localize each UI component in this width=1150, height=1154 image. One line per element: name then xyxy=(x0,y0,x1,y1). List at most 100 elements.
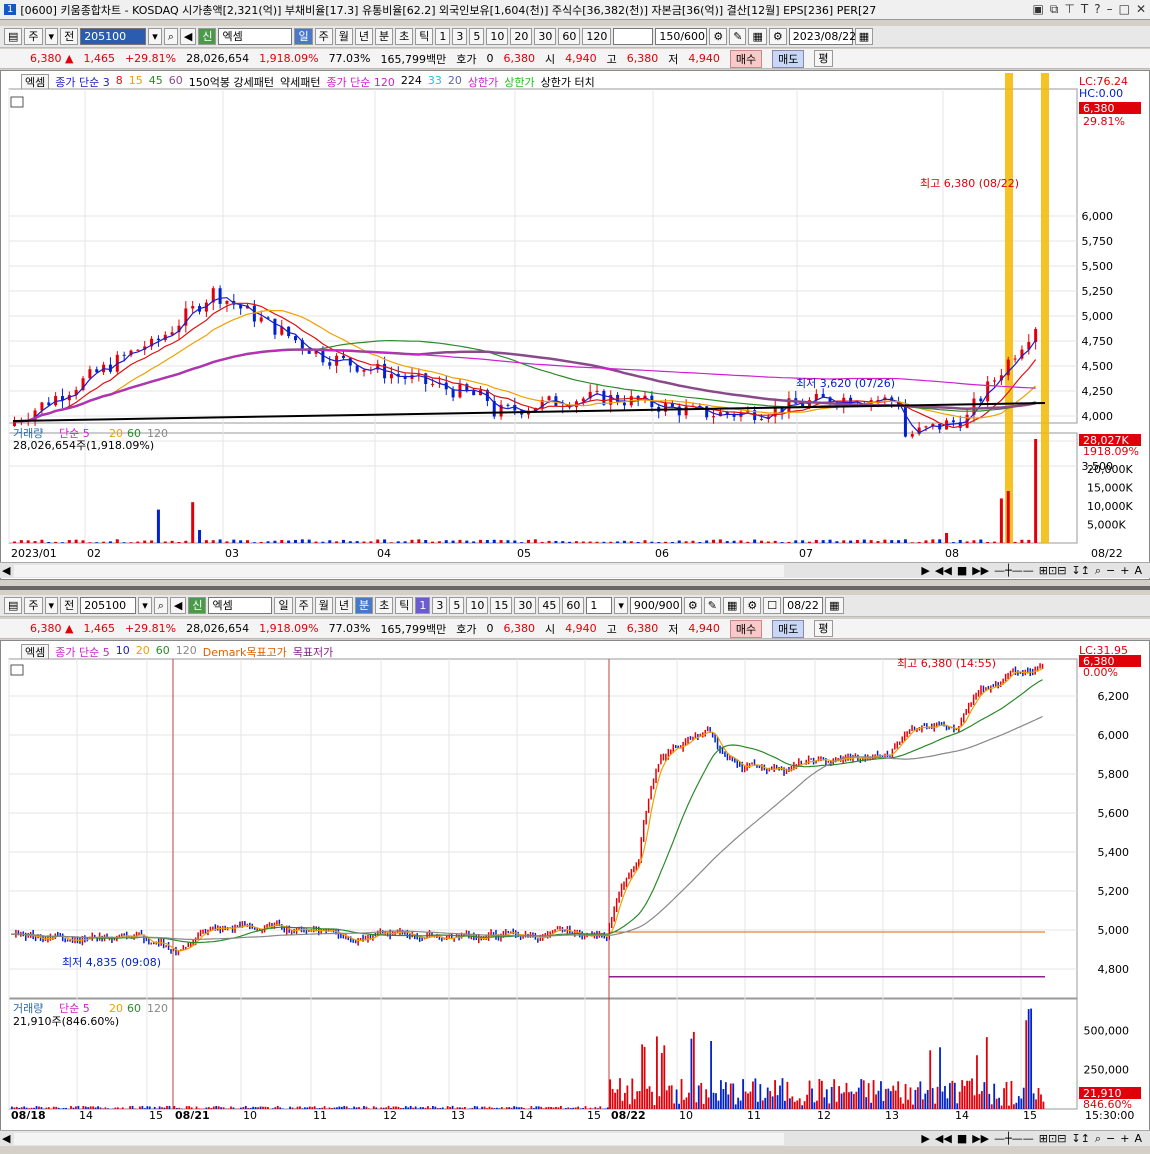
auto-icon[interactable]: A xyxy=(1134,1132,1142,1146)
period-week[interactable]: 주 xyxy=(294,597,313,614)
period-year[interactable]: 년 xyxy=(354,28,373,45)
scroll-left-icon[interactable]: ◀ xyxy=(2,1132,10,1145)
custom-period-input[interactable] xyxy=(613,28,654,45)
restore-icon[interactable]: ⧉ xyxy=(1050,2,1059,17)
num-30[interactable]: 30 xyxy=(534,28,557,45)
bottom-price-chart[interactable]: 6,200 6,000 5,800 5,600 5,400 5,200 5,000 4,800… xyxy=(1,641,1149,1119)
search-icon[interactable]: ⌕ xyxy=(153,597,168,614)
num-20[interactable]: 20 xyxy=(510,28,533,45)
calendar-icon[interactable]: ▦ xyxy=(854,28,874,45)
period-week[interactable]: 주 xyxy=(314,28,333,45)
flat-button[interactable]: 평 xyxy=(814,620,833,637)
indicator-icon[interactable]: ⚙ xyxy=(683,597,702,614)
period-minute[interactable]: 분 xyxy=(374,28,394,45)
num-3[interactable]: 3 xyxy=(452,28,468,45)
period-month[interactable]: 월 xyxy=(314,597,333,614)
date-input[interactable]: 08/22 xyxy=(783,597,824,614)
type-select[interactable]: 주 xyxy=(24,597,43,614)
zoom-icon[interactable]: ⌕ xyxy=(1095,1132,1101,1146)
period-month[interactable]: 월 xyxy=(334,28,353,45)
search-icon[interactable]: ⌕ xyxy=(163,28,178,45)
chevron-down-icon[interactable]: ▾ xyxy=(138,597,152,614)
buy-button[interactable]: 매수 xyxy=(729,619,763,638)
auto-icon[interactable]: A xyxy=(1134,564,1142,578)
unit-input[interactable]: 1 xyxy=(586,597,613,614)
top-price-chart[interactable]: 6,000 5,750 5,500 5,250 5,000 4,750 4,500 4,250… xyxy=(1,71,1149,561)
plus-icon[interactable]: + xyxy=(1120,564,1129,578)
prev-button[interactable]: 전 xyxy=(60,597,79,614)
indicator-icon[interactable]: ⚙ xyxy=(709,28,728,45)
zoom-slider[interactable]: —┼—— xyxy=(994,1132,1034,1146)
checkbox[interactable]: ☐ xyxy=(763,597,782,614)
period-day[interactable]: 일 xyxy=(274,597,293,614)
num-1[interactable]: 1 xyxy=(435,28,451,45)
num-10[interactable]: 10 xyxy=(486,28,509,45)
play-icon[interactable]: ▶ xyxy=(921,1132,929,1146)
speaker-icon[interactable]: ◀ xyxy=(169,597,187,614)
fib-icon[interactable]: ↧↥ xyxy=(1071,564,1089,578)
zoom-icon[interactable]: ⌕ xyxy=(1095,564,1101,578)
save-icon[interactable]: ▦ xyxy=(748,28,767,45)
code-input[interactable]: 205100 xyxy=(80,28,147,45)
minus-icon[interactable]: − xyxy=(1106,1132,1115,1146)
link-icon[interactable]: ▣ xyxy=(1033,2,1044,17)
pane-divider[interactable] xyxy=(0,586,1150,590)
period-tick[interactable]: 틱 xyxy=(415,28,434,45)
date-input[interactable]: 2023/08/22 xyxy=(788,28,856,45)
period-year[interactable]: 년 xyxy=(334,597,353,614)
help-icon[interactable]: ? xyxy=(1094,2,1100,17)
gear-icon[interactable]: ⚙ xyxy=(743,597,762,614)
tools-icon[interactable]: ⊞⊡⊟ xyxy=(1039,1132,1067,1146)
pin-icon[interactable]: ⊤ xyxy=(1064,2,1074,17)
bottom-scrollbar[interactable]: ◀ ▶ ◀◀ ■ ▶▶ —┼—— ⊞⊡⊟ ↧↥ ⌕ − + A xyxy=(0,1130,1150,1146)
period-second[interactable]: 초 xyxy=(375,597,394,614)
save-icon[interactable]: ▦ xyxy=(722,597,742,614)
sell-button[interactable]: 매도 xyxy=(772,619,805,638)
num-60[interactable]: 60 xyxy=(562,597,585,614)
forward-icon[interactable]: ▶▶ xyxy=(972,1132,989,1146)
chevron-down-icon[interactable]: ▾ xyxy=(148,28,162,45)
plus-icon[interactable]: + xyxy=(1120,1132,1129,1146)
zoom-slider[interactable]: —┼—— xyxy=(994,564,1034,578)
tools-icon[interactable]: ⊞⊡⊟ xyxy=(1039,564,1067,578)
num-5[interactable]: 5 xyxy=(449,597,465,614)
num-1[interactable]: 1 xyxy=(415,597,431,614)
text-icon[interactable]: T xyxy=(1081,2,1088,17)
play-icon[interactable]: ▶ xyxy=(921,564,929,578)
scroll-track[interactable] xyxy=(14,564,784,577)
num-3[interactable]: 3 xyxy=(432,597,448,614)
num-30[interactable]: 30 xyxy=(514,597,537,614)
calendar-icon[interactable]: ▦ xyxy=(825,597,844,614)
period-tick[interactable]: 틱 xyxy=(395,597,414,614)
speaker-icon[interactable]: ◀ xyxy=(179,28,197,45)
count-input[interactable]: 900/900 xyxy=(629,597,682,614)
period-day[interactable]: 일 xyxy=(294,28,313,45)
rewind-icon[interactable]: ◀◀ xyxy=(935,564,952,578)
scroll-track[interactable] xyxy=(14,1132,784,1145)
draw-icon[interactable]: ✎ xyxy=(729,28,747,45)
chevron-down-icon[interactable]: ▾ xyxy=(44,28,59,45)
maximize-icon[interactable]: □ xyxy=(1119,2,1130,17)
num-60[interactable]: 60 xyxy=(558,28,581,45)
rewind-icon[interactable]: ◀◀ xyxy=(935,1132,952,1146)
type-select[interactable]: 주 xyxy=(24,28,43,45)
code-input[interactable]: 205100 xyxy=(80,597,137,614)
layout-icon[interactable]: ▤ xyxy=(4,28,23,45)
minus-icon[interactable]: − xyxy=(1106,564,1115,578)
chevron-down-icon[interactable]: ▾ xyxy=(44,597,59,614)
gear-icon[interactable]: ⚙ xyxy=(768,28,787,45)
stop-icon[interactable]: ■ xyxy=(957,564,967,578)
top-scrollbar[interactable]: ◀ ▶ ◀◀ ■ ▶▶ —┼—— ⊞⊡⊟ ↧↥ ⌕ − + A xyxy=(0,562,1150,578)
period-second[interactable]: 초 xyxy=(395,28,414,45)
prev-button[interactable]: 전 xyxy=(60,28,79,45)
buy-button[interactable]: 매수 xyxy=(729,49,763,68)
chevron-down-icon[interactable]: ▾ xyxy=(614,597,628,614)
layout-icon[interactable]: ▤ xyxy=(4,597,23,614)
num-5[interactable]: 5 xyxy=(469,28,485,45)
num-45[interactable]: 45 xyxy=(538,597,561,614)
draw-icon[interactable]: ✎ xyxy=(703,597,721,614)
scroll-left-icon[interactable]: ◀ xyxy=(2,564,10,577)
minimize-icon[interactable]: – xyxy=(1107,2,1113,17)
close-icon[interactable]: ✕ xyxy=(1136,2,1146,17)
num-10[interactable]: 10 xyxy=(466,597,489,614)
